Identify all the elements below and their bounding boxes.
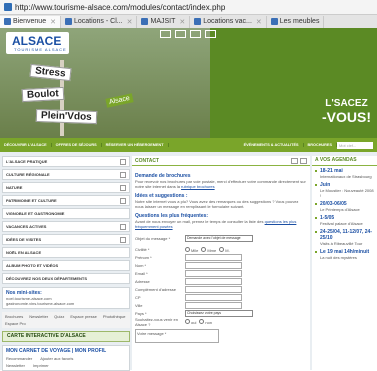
checkbox-icon[interactable] bbox=[120, 237, 126, 243]
browser-tabs: Bienvenue ✕ Locations - Cl... ✕ MAJSIT ✕ Lo… bbox=[0, 15, 377, 29]
cp-field[interactable] bbox=[185, 294, 242, 301]
contact-header: CONTACT bbox=[132, 156, 310, 166]
site-favicon-icon bbox=[4, 3, 12, 11]
search-input[interactable]: Mot clef... bbox=[337, 141, 373, 149]
phototheque-link[interactable]: Photothèque bbox=[103, 314, 126, 319]
objet-select[interactable]: Demande avec l'objet de message bbox=[185, 235, 253, 242]
close-tab-icon[interactable]: ✕ bbox=[50, 18, 56, 26]
tab-favicon-icon bbox=[141, 18, 149, 25]
civilite-radio-m[interactable]: M. bbox=[219, 246, 230, 253]
nav-item-brochures[interactable]: BROCHURES bbox=[304, 143, 337, 147]
newsletter-link[interactable]: Newsletter bbox=[6, 363, 25, 368]
sidebar-item[interactable]: ALBUM PHOTO ET VIDÉOS bbox=[2, 260, 130, 271]
print-icon[interactable] bbox=[291, 157, 298, 164]
tab-locations-cl[interactable]: Locations - Cl... ✕ bbox=[61, 15, 138, 28]
brochures-link[interactable]: rubrique brochures bbox=[181, 184, 215, 189]
carnet-box: MON CARNET DE VOYAGE | MON PROFIL Recomm… bbox=[2, 345, 130, 371]
adresse-field[interactable] bbox=[185, 278, 242, 285]
site-header: ALSACE TOURISME ALSACE Stress Boulot Ple… bbox=[0, 28, 377, 138]
nav-item-offres[interactable]: OFFRES DE SÉJOURS bbox=[52, 143, 102, 147]
tools-box: Brochures Newsletter Quizz Espace presse… bbox=[2, 312, 130, 328]
agenda-panel: A VOS AGENDAS 18-21 mai Internationaux de… bbox=[312, 156, 377, 370]
ville-field[interactable] bbox=[185, 302, 242, 309]
tab-favicon-icon bbox=[270, 18, 278, 25]
sidebar-item[interactable]: VACANCES ACTIVES bbox=[2, 221, 130, 232]
contact-form: Objet du message * Demande avec l'objet … bbox=[135, 235, 307, 343]
mail-icon[interactable] bbox=[300, 157, 307, 164]
tab-locations-vac[interactable]: Locations vac... ✕ bbox=[190, 15, 267, 28]
agenda-item[interactable]: 1-5/05 Festival palace d'Alsace bbox=[312, 213, 377, 227]
sidebar-item[interactable]: L'ALSACE PRATIQUE bbox=[2, 156, 130, 167]
brochures-link[interactable]: Brochures bbox=[5, 314, 23, 319]
site-logo[interactable]: ALSACE TOURISME ALSACE bbox=[6, 32, 69, 54]
main-nav: DÉCOUVRIR L'ALSACE OFFRES DE SÉJOURS RÉS… bbox=[0, 138, 377, 152]
agenda-item[interactable]: Le 19 mai 14h/minuit La nuit des mystères bbox=[312, 247, 377, 261]
tab-favicon-icon bbox=[64, 18, 72, 25]
nav-item-evenements[interactable]: ÉVÉNEMENTS & ACTUALITÉS bbox=[240, 143, 304, 147]
sign-stress: Stress bbox=[29, 63, 72, 82]
agenda-item[interactable]: 20/03-06/05 Le Printemps d'Alsace bbox=[312, 199, 377, 213]
newsletter-link[interactable]: Newsletter bbox=[29, 314, 48, 319]
close-tab-icon[interactable]: ✕ bbox=[127, 18, 133, 26]
espace-pro-link[interactable]: Espace Pro bbox=[5, 321, 26, 326]
complement-field[interactable] bbox=[185, 286, 242, 293]
agenda-item[interactable]: Juin Le Moustier : Nouveauté 2008 ! bbox=[312, 180, 377, 199]
nav-item-reserver[interactable]: RÉSERVER UN HÉBERGEMENT bbox=[102, 143, 169, 147]
civilite-radio-mme[interactable]: Mme bbox=[201, 246, 216, 253]
header-slogan: L'SACEZ -VOUS! bbox=[322, 98, 371, 125]
flag-uk-icon[interactable] bbox=[205, 30, 216, 38]
souhaitez-radio-oui[interactable]: oui bbox=[185, 318, 196, 325]
close-tab-icon[interactable]: ✕ bbox=[256, 18, 262, 26]
souhaitez-radio-non[interactable]: non bbox=[199, 318, 212, 325]
nom-field[interactable] bbox=[185, 262, 242, 269]
tab-favicon-icon bbox=[194, 18, 202, 25]
favoris-link[interactable]: Ajouter aux favoris bbox=[40, 356, 73, 361]
flag-de-icon[interactable] bbox=[190, 30, 201, 38]
nav-item-decouvrir[interactable]: DÉCOUVRIR L'ALSACE bbox=[0, 143, 52, 147]
road-signs: Stress Boulot Plein'Vdos Alsace bbox=[18, 60, 134, 136]
sign-plein-vdos: Plein'Vdos bbox=[35, 108, 97, 125]
checkbox-icon[interactable] bbox=[120, 224, 126, 230]
contact-panel: CONTACT Demande de brochures Pour recevo… bbox=[132, 156, 310, 370]
checkbox-icon[interactable] bbox=[120, 185, 126, 191]
carte-interactive-button[interactable]: CARTE INTERACTIVE D'ALSACE bbox=[2, 331, 130, 342]
close-tab-icon[interactable]: ✕ bbox=[179, 18, 185, 26]
sidebar-item[interactable]: NATURE bbox=[2, 182, 130, 193]
imprimer-link[interactable]: Imprimer bbox=[33, 363, 49, 368]
page-title: CONTACT bbox=[135, 157, 160, 164]
sidebar-item[interactable]: PATRIMOINE ET CULTURE bbox=[2, 195, 130, 206]
sidebar-item[interactable]: NOËL EN ALSACE bbox=[2, 247, 130, 258]
prenom-field[interactable] bbox=[185, 254, 242, 261]
tab-les-meubles[interactable]: Les meubles bbox=[267, 15, 325, 28]
agenda-title: A VOS AGENDAS bbox=[312, 156, 377, 166]
checkbox-icon[interactable] bbox=[120, 159, 126, 165]
email-field[interactable] bbox=[185, 270, 242, 277]
mail-icon[interactable] bbox=[175, 30, 186, 38]
civilite-radio-mlle[interactable]: Mlle bbox=[185, 246, 198, 253]
sidebar-item[interactable]: DÉCOUVREZ NOS DEUX DÉPARTEMENTS bbox=[2, 273, 130, 284]
left-sidebar: L'ALSACE PRATIQUE CULTURE RÉGIONALE NATU… bbox=[2, 156, 130, 371]
sidebar-item[interactable]: CULTURE RÉGIONALE bbox=[2, 169, 130, 180]
checkbox-icon[interactable] bbox=[120, 198, 126, 204]
espace-presse-link[interactable]: Espace presse bbox=[70, 314, 96, 319]
mini-sites-box: Nos mini-sites: noel.tourisme-alsace.com… bbox=[2, 287, 130, 309]
tab-favicon-icon bbox=[4, 18, 11, 25]
agenda-item[interactable]: 18-21 mai Internationaux de Strasbourg bbox=[312, 166, 377, 180]
tab-majsit[interactable]: MAJSIT ✕ bbox=[137, 15, 191, 28]
home-icon[interactable] bbox=[160, 30, 171, 38]
sign-boulot: Boulot bbox=[21, 86, 64, 103]
tab-bienvenue[interactable]: Bienvenue ✕ bbox=[0, 15, 61, 28]
agenda-item[interactable]: 24-25/04, 11-12/07, 24-25/10 Visits à Rib… bbox=[312, 227, 377, 247]
message-textarea[interactable]: Votre message * bbox=[135, 329, 219, 343]
sidebar-item[interactable]: IDÉES DE VISITES bbox=[2, 234, 130, 245]
header-icons bbox=[160, 30, 216, 38]
url-text[interactable]: http://www.tourisme-alsace.com/modules/c… bbox=[15, 3, 225, 12]
web-page: ALSACE TOURISME ALSACE Stress Boulot Ple… bbox=[0, 28, 377, 371]
sidebar-item[interactable]: VIGNOBLE ET GASTRONOMIE bbox=[2, 208, 130, 219]
pays-select[interactable]: Choisissez votre pays bbox=[185, 310, 253, 317]
checkbox-icon[interactable] bbox=[120, 172, 126, 178]
address-bar[interactable]: http://www.tourisme-alsace.com/modules/c… bbox=[0, 0, 377, 15]
recommander-link[interactable]: Recommander bbox=[6, 356, 32, 361]
quizz-link[interactable]: Quizz bbox=[54, 314, 64, 319]
